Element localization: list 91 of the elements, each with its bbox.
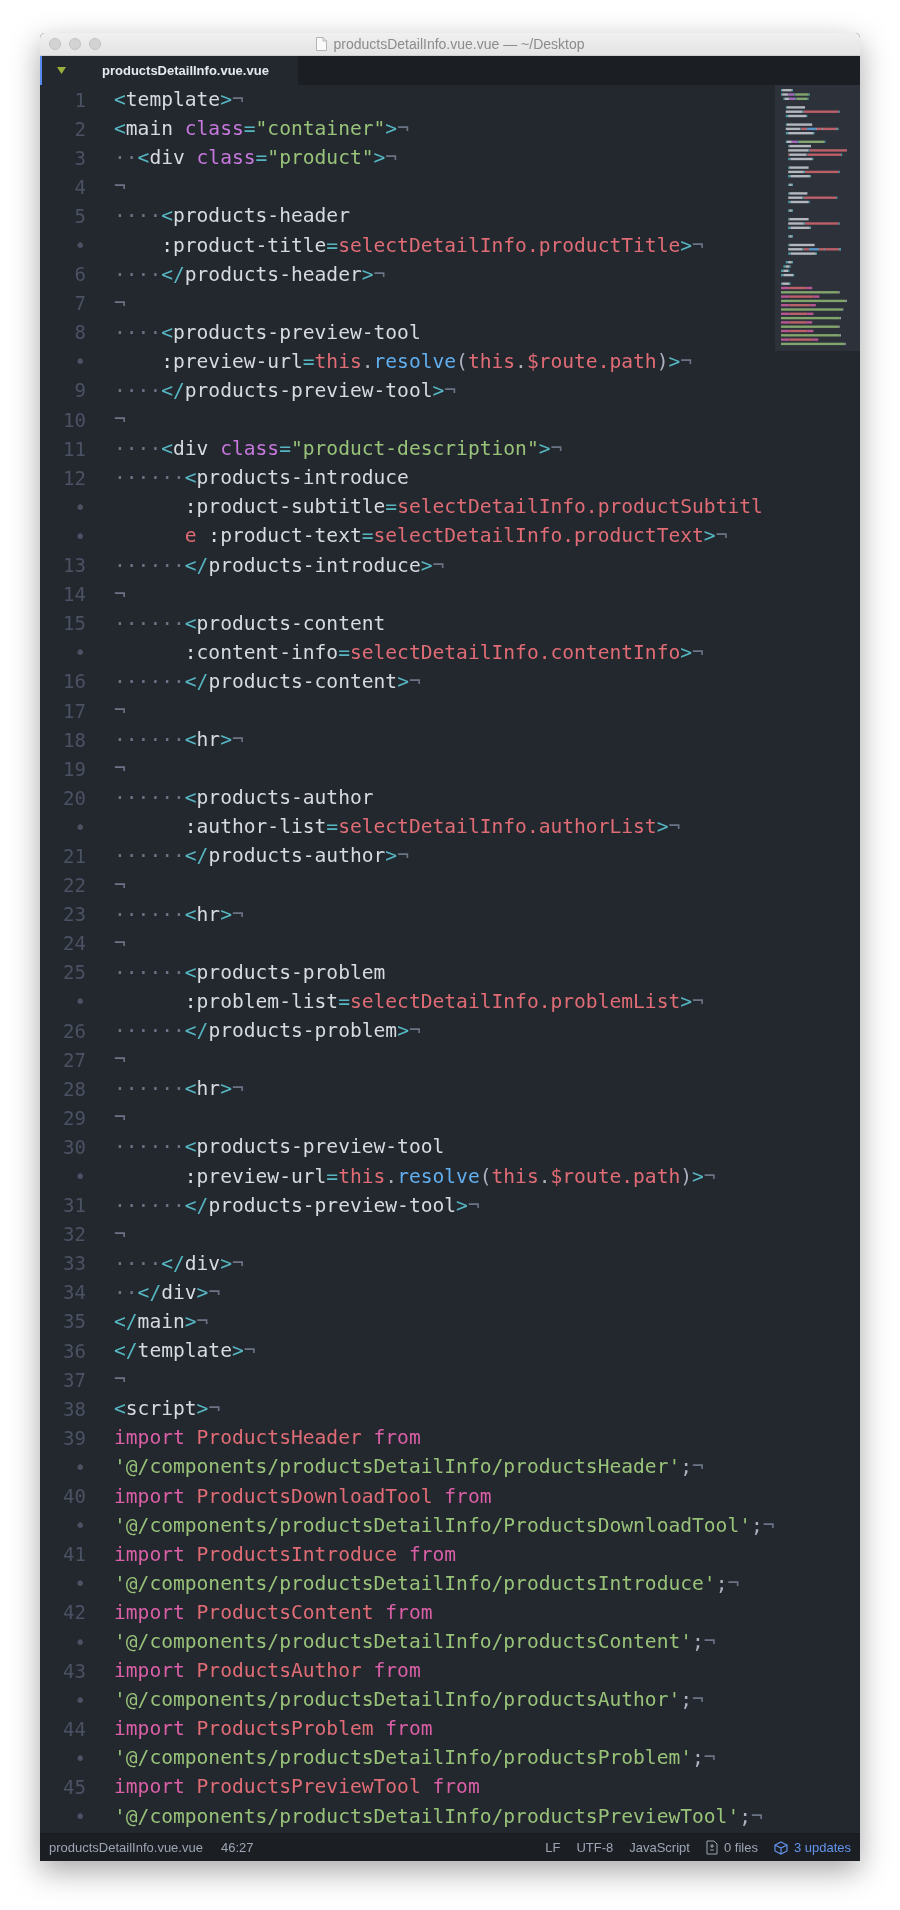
code-line: '@/components/productsDetailInfo/productsPreviewTool';¬ bbox=[114, 1804, 763, 1828]
code-line: ¬ bbox=[114, 699, 126, 722]
code-line: <main class="container">¬ bbox=[114, 117, 409, 141]
code-line: ······<products-problem bbox=[114, 960, 386, 984]
code-line: '@/components/productsDetailInfo/productsIntroduce';¬ bbox=[114, 1571, 740, 1595]
code-line: ¬ bbox=[114, 1106, 126, 1130]
triangle-icon bbox=[57, 67, 66, 74]
line-number: • bbox=[73, 815, 86, 838]
line-number: • bbox=[73, 1688, 86, 1711]
code-line: ¬ bbox=[114, 931, 126, 955]
code-line: ¬ bbox=[114, 175, 126, 199]
code-line: ··</div>¬ bbox=[114, 1280, 221, 1304]
file-icon bbox=[705, 1840, 718, 1855]
code-line: ······</products-preview-tool>¬ bbox=[114, 1193, 480, 1217]
code-line: import ProductsIntroduce from bbox=[114, 1542, 457, 1566]
grammar-label[interactable]: JavaScript bbox=[629, 1840, 690, 1855]
code-line: ······<hr>¬ bbox=[114, 728, 244, 752]
code-line: ······<products-preview-tool bbox=[114, 1135, 445, 1159]
code-line: import ProductsProblem from bbox=[114, 1717, 433, 1741]
code-line: ····</div>¬ bbox=[114, 1251, 244, 1275]
code-line: :problem-list=selectDetailInfo.problemList>¬ bbox=[183, 989, 704, 1013]
line-number: • bbox=[73, 234, 86, 256]
line-number: • bbox=[73, 990, 86, 1013]
line-number: • bbox=[73, 1805, 86, 1828]
close-button[interactable] bbox=[49, 38, 61, 50]
document-icon bbox=[315, 37, 327, 51]
code-line: ······<products-content bbox=[114, 611, 386, 635]
code-line: :author-list=selectDetailInfo.authorList>¬ bbox=[183, 815, 681, 839]
code-line: ¬ bbox=[114, 873, 126, 897]
window-title: productsDetailInfo.vue.vue — ~/Desktop bbox=[333, 36, 585, 52]
code-line: import ProductsContent from bbox=[114, 1600, 433, 1624]
code-line: </template>¬ bbox=[114, 1339, 256, 1363]
code-line: </main>¬ bbox=[114, 1310, 209, 1333]
line-number: • bbox=[73, 495, 86, 518]
code-line: ··<div class="product">¬ bbox=[114, 146, 398, 170]
code-line: ······</products-content>¬ bbox=[114, 669, 421, 693]
minimize-button[interactable] bbox=[69, 38, 81, 50]
code-line: ¬ bbox=[114, 408, 126, 432]
code-line: ····<products-header bbox=[114, 204, 350, 228]
code-line: import ProductsHeader from bbox=[114, 1426, 421, 1450]
code-line: ¬ bbox=[114, 582, 126, 606]
code-line: <script>¬ bbox=[114, 1397, 221, 1421]
code-line: import ProductsPreviewTool from bbox=[114, 1775, 480, 1799]
package-icon bbox=[773, 1840, 788, 1855]
code-line: :product-subtitle=selectDetailInfo.productSubtitl bbox=[183, 495, 763, 519]
code-line: ······</products-author>¬ bbox=[114, 844, 409, 868]
code-line: ······<hr>¬ bbox=[114, 1077, 244, 1101]
updates-link[interactable]: 3 updates bbox=[793, 1840, 851, 1855]
encoding[interactable]: UTF-8 bbox=[576, 1840, 614, 1855]
line-number: • bbox=[73, 1572, 86, 1595]
code-line: ¬ bbox=[114, 1222, 126, 1246]
code-line: :preview-url=this.resolve(this.$route.path)>¬ bbox=[160, 349, 693, 373]
code-line: ····</products-preview-tool>¬ bbox=[114, 379, 457, 402]
line-number: • bbox=[73, 350, 86, 373]
line-number: • bbox=[73, 1165, 86, 1187]
code-line: ····</products-header>¬ bbox=[114, 262, 386, 286]
code-line: <template>¬ bbox=[114, 88, 244, 112]
editor-tab[interactable]: productsDetailInfo.vue.vue bbox=[40, 56, 298, 85]
zoom-button[interactable] bbox=[89, 38, 101, 50]
line-number: • bbox=[73, 1514, 86, 1537]
code-line: ······<hr>¬ bbox=[114, 902, 244, 926]
code-line: ····<products-preview-tool bbox=[114, 320, 421, 344]
cursor-position[interactable]: 46:27 bbox=[220, 1840, 254, 1855]
code-line: '@/components/productsDetailInfo/productsAuthor';¬ bbox=[114, 1688, 704, 1712]
git-files[interactable]: 0 files bbox=[723, 1840, 758, 1855]
code-line: :content-info=selectDetailInfo.contentInfo>¬ bbox=[183, 640, 704, 664]
line-number: • bbox=[73, 1746, 86, 1769]
code-line: :product-title=selectDetailInfo.productTitle>¬ bbox=[160, 233, 704, 257]
code-line: ······</products-introduce>¬ bbox=[114, 553, 445, 577]
code-line: ¬ bbox=[114, 291, 126, 315]
code-line: ······</products-problem>¬ bbox=[114, 1019, 421, 1043]
code-line: ····<div class="product-description">¬ bbox=[114, 437, 563, 461]
code-line: import ProductsDownloadTool from bbox=[114, 1484, 492, 1508]
line-number: • bbox=[73, 1630, 86, 1653]
file-name[interactable]: productsDetailInfo.vue.vue bbox=[49, 1840, 203, 1855]
code-line: ¬ bbox=[114, 1368, 126, 1392]
code-line: e :product-text=selectDetailInfo.productText>¬ bbox=[183, 524, 728, 548]
code-line: :preview-url=this.resolve(this.$route.path)>¬ bbox=[183, 1164, 716, 1188]
code-line: ······<products-introduce bbox=[114, 466, 409, 490]
code-line: ¬ bbox=[114, 757, 126, 781]
line-number: • bbox=[73, 524, 86, 547]
code-line: '@/components/productsDetailInfo/ProductsDownloadTool';¬ bbox=[114, 1513, 775, 1537]
code-line: '@/components/productsDetailInfo/productsHeader';¬ bbox=[114, 1455, 704, 1479]
code-line: '@/components/productsDetailInfo/productsProblem';¬ bbox=[114, 1746, 716, 1770]
line-ending[interactable]: LF bbox=[545, 1840, 561, 1855]
code-line: import ProductsAuthor from bbox=[114, 1659, 421, 1683]
line-number: • bbox=[73, 1455, 86, 1478]
line-number: • bbox=[73, 641, 86, 664]
code-line: ¬ bbox=[114, 1048, 126, 1072]
code-line: '@/components/productsDetailInfo/productsContent';¬ bbox=[114, 1630, 716, 1653]
code-line: ······<products-author bbox=[114, 786, 374, 810]
